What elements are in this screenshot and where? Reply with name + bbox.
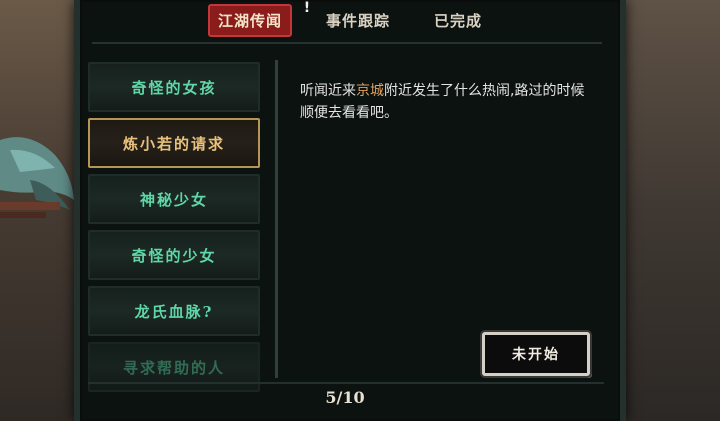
description-text-start: 听闻近来 — [300, 83, 356, 99]
quest-item[interactable]: 神秘少女 — [88, 174, 260, 224]
quest-status-button[interactable]: 未开始 — [482, 332, 590, 376]
bird-illustration — [0, 137, 74, 218]
quest-list: 奇怪的女孩 炼小若的请求 神秘少女 奇怪的少女 龙氏血脉? 寻求帮助的人 — [88, 62, 260, 398]
quest-item[interactable]: 寻求帮助的人 — [88, 342, 260, 392]
tab-rumors[interactable]: 江湖传闻 — [207, 3, 292, 37]
tab-bar: 江湖传闻 事件跟踪 已完成 — [74, 0, 626, 40]
tab-tracking[interactable]: 事件跟踪 — [316, 4, 400, 37]
quest-item[interactable]: 奇怪的少女 — [88, 230, 260, 280]
description-highlight-location: 京城 — [356, 83, 384, 99]
bottom-divider — [88, 382, 604, 384]
tab-divider — [92, 42, 602, 44]
quest-item[interactable]: 奇怪的女孩 — [88, 62, 260, 112]
quest-item[interactable]: 龙氏血脉? — [88, 286, 260, 336]
tab-completed[interactable]: 已完成 — [424, 4, 492, 37]
page-indicator: 5/10 — [325, 388, 365, 407]
quest-item-selected[interactable]: 炼小若的请求 — [88, 118, 260, 168]
list-divider — [275, 60, 278, 378]
quest-description: 听闻近来京城附近发生了什么热闹,路过的时候顺便去看看吧。 — [300, 80, 590, 124]
